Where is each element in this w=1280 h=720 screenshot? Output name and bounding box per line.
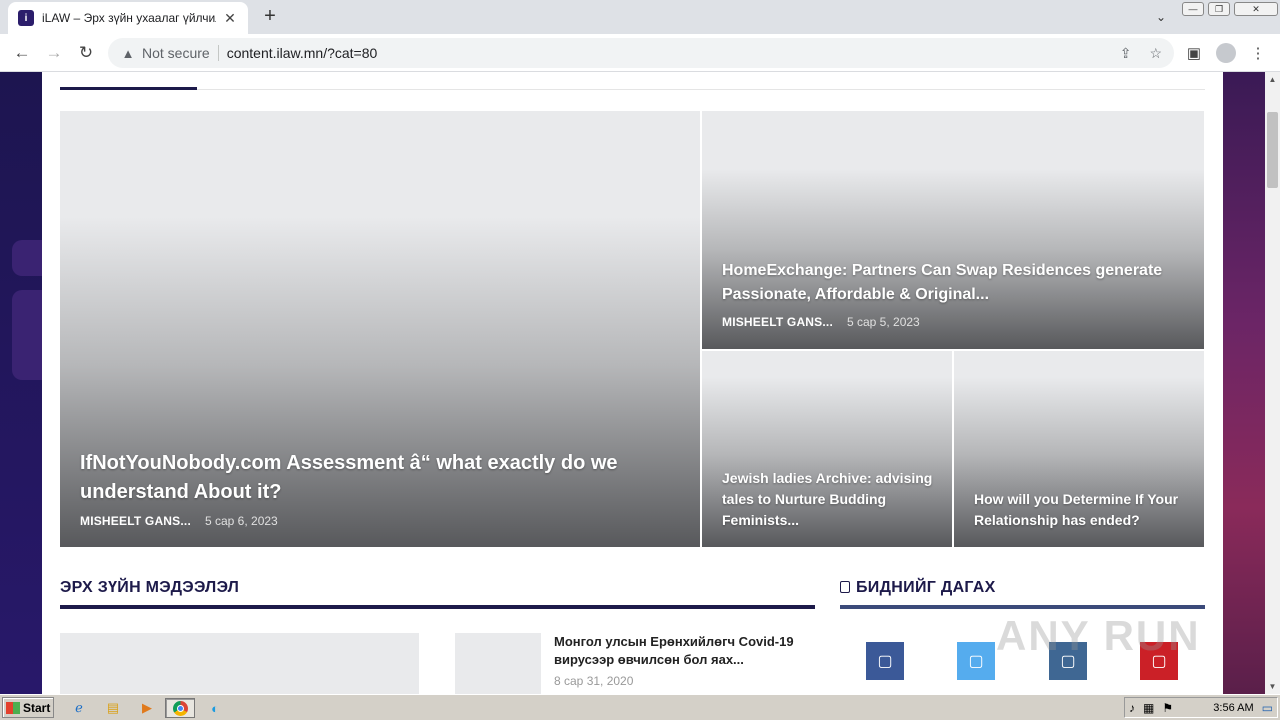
profile-avatar [1216,43,1236,63]
featured-card-title[interactable]: HomeExchange: Partners Can Swap Residenc… [722,259,1182,307]
bookmark-star-icon[interactable]: ☆ [1149,45,1162,62]
edge-icon[interactable]: ◐ [204,698,226,718]
featured-main-meta: MISHEELT GANS... 5 сар 6, 2023 [80,514,278,528]
section-heading-legal-info[interactable]: ЭРХ ЗҮЙН МЭДЭЭЛЭЛ [60,579,239,597]
scrollbar-thumb[interactable] [1267,112,1278,188]
system-tray: ♪ ▦ ⚑ 3:56 AM ▭ [1124,697,1278,718]
banner-shape [12,240,42,276]
news-title[interactable]: Монгол улсын Ерөнхийлөгч Covid-19 вирусэ… [554,633,804,669]
new-tab-button[interactable]: + [258,4,282,28]
media-player-icon[interactable]: ▶ [136,698,158,718]
section-underline [60,605,815,609]
featured-card-bottom-left[interactable]: Jewish ladies Archive: advising tales to… [702,351,952,547]
address-bar[interactable]: ▲ Not secure content.ilaw.mn/?cat=80 ⇪ ☆ [108,38,1174,68]
minimize-button[interactable]: — [1182,2,1204,16]
section-heading-follow-us: БИДНИЙГ ДАГАХ [840,579,996,597]
windows-taskbar: Start ℯ ▤ ▶ ◐ ♪ ▦ ⚑ 3:56 AM ▭ [0,694,1280,720]
start-button[interactable]: Start [2,697,54,718]
featured-card-meta: MISHEELT GANS... 5 сар 5, 2023 [722,315,920,329]
browser-toolbar: ← → ↻ ▲ Not secure content.ilaw.mn/?cat=… [0,34,1280,72]
featured-card-top-right[interactable]: HomeExchange: Partners Can Swap Residenc… [702,111,1204,349]
browser-tab[interactable]: i iLAW – Эрх зүйн ухаалаг үйлчилгээ ✕ [8,2,248,34]
square-icon [840,581,850,593]
page-scrollbar[interactable]: ▲ ▼ [1265,72,1280,694]
author-name[interactable]: MISHEELT GANS... [722,315,833,329]
tab-title: iLAW – Эрх зүйн ухаалаг үйлчилгээ [42,11,216,25]
news-thumbnail[interactable] [455,633,541,694]
tab-search-chevron-icon[interactable]: ⌄ [1150,6,1172,28]
tab-strip: i iLAW – Эрх зүйн ухаалаг үйлчилгээ ✕ + … [0,0,1280,34]
news-date: 8 сар 31, 2020 [554,674,634,688]
category-tabs-divider [60,89,1205,90]
clock[interactable]: 3:56 AM [1213,702,1253,714]
windows-logo-icon [6,701,20,714]
restore-button[interactable]: ❐ [1208,2,1230,16]
window-controls: — ❐ ✕ [1182,2,1278,16]
menu-kebab-icon[interactable]: ⋮ [1246,41,1270,65]
page-viewport: IfNotYouNobody.com Assessment â“ what ex… [0,72,1265,694]
author-name[interactable]: MISHEELT GANS... [80,514,191,528]
volume-icon[interactable]: ♪ [1129,701,1135,715]
page-content: IfNotYouNobody.com Assessment â“ what ex… [42,72,1223,694]
featured-card-bottom-right[interactable]: How will you Determine If Your Relations… [954,351,1204,547]
chrome-icon[interactable] [165,698,195,718]
post-date: 5 сар 6, 2023 [204,514,278,528]
close-window-button[interactable]: ✕ [1234,2,1278,16]
flag-icon[interactable]: ⚑ [1162,701,1173,715]
section-underline [840,605,1205,609]
forward-button[interactable]: → [42,41,66,65]
warning-icon[interactable]: ▲ [120,45,136,61]
back-button[interactable]: ← [10,41,34,65]
featured-main-title[interactable]: IfNotYouNobody.com Assessment â“ what ex… [80,449,660,507]
show-desktop-icon[interactable]: ▭ [1262,701,1273,715]
featured-card-title[interactable]: Jewish ladies Archive: advising tales to… [722,468,942,531]
left-background-banner [0,72,42,694]
tab-close-icon[interactable]: ✕ [222,10,238,27]
security-status[interactable]: Not secure [142,45,210,61]
scroll-up-arrow-icon[interactable]: ▲ [1265,72,1280,87]
start-label: Start [23,700,51,715]
featured-card-title[interactable]: How will you Determine If Your Relations… [974,489,1194,531]
file-explorer-icon[interactable]: ▤ [102,698,124,718]
network-icon[interactable]: ▦ [1143,701,1154,715]
banner-shape [12,290,42,380]
right-background-banner [1223,72,1265,694]
side-panel-icon[interactable]: ▣ [1182,41,1206,65]
scroll-down-arrow-icon[interactable]: ▼ [1265,679,1280,694]
profile-button[interactable] [1214,41,1238,65]
post-date: 5 сар 5, 2023 [846,315,920,329]
url-divider [217,45,219,61]
url-text[interactable]: content.ilaw.mn/?cat=80 [227,45,378,61]
category-tab-active-indicator[interactable] [60,87,197,90]
share-icon[interactable]: ⇪ [1120,45,1132,62]
featured-main-card[interactable]: IfNotYouNobody.com Assessment â“ what ex… [60,111,700,547]
ilaw-favicon-icon: i [18,10,34,26]
anyrun-watermark: ANY RUN [996,612,1201,659]
reload-button[interactable]: ↻ [74,41,98,65]
twitter-icon[interactable]: ▢ [957,642,995,680]
internet-explorer-icon[interactable]: ℯ [68,698,90,718]
follow-us-label: БИДНИЙГ ДАГАХ [856,579,996,596]
article-thumbnail[interactable] [60,633,419,694]
facebook-icon[interactable]: ▢ [866,642,904,680]
